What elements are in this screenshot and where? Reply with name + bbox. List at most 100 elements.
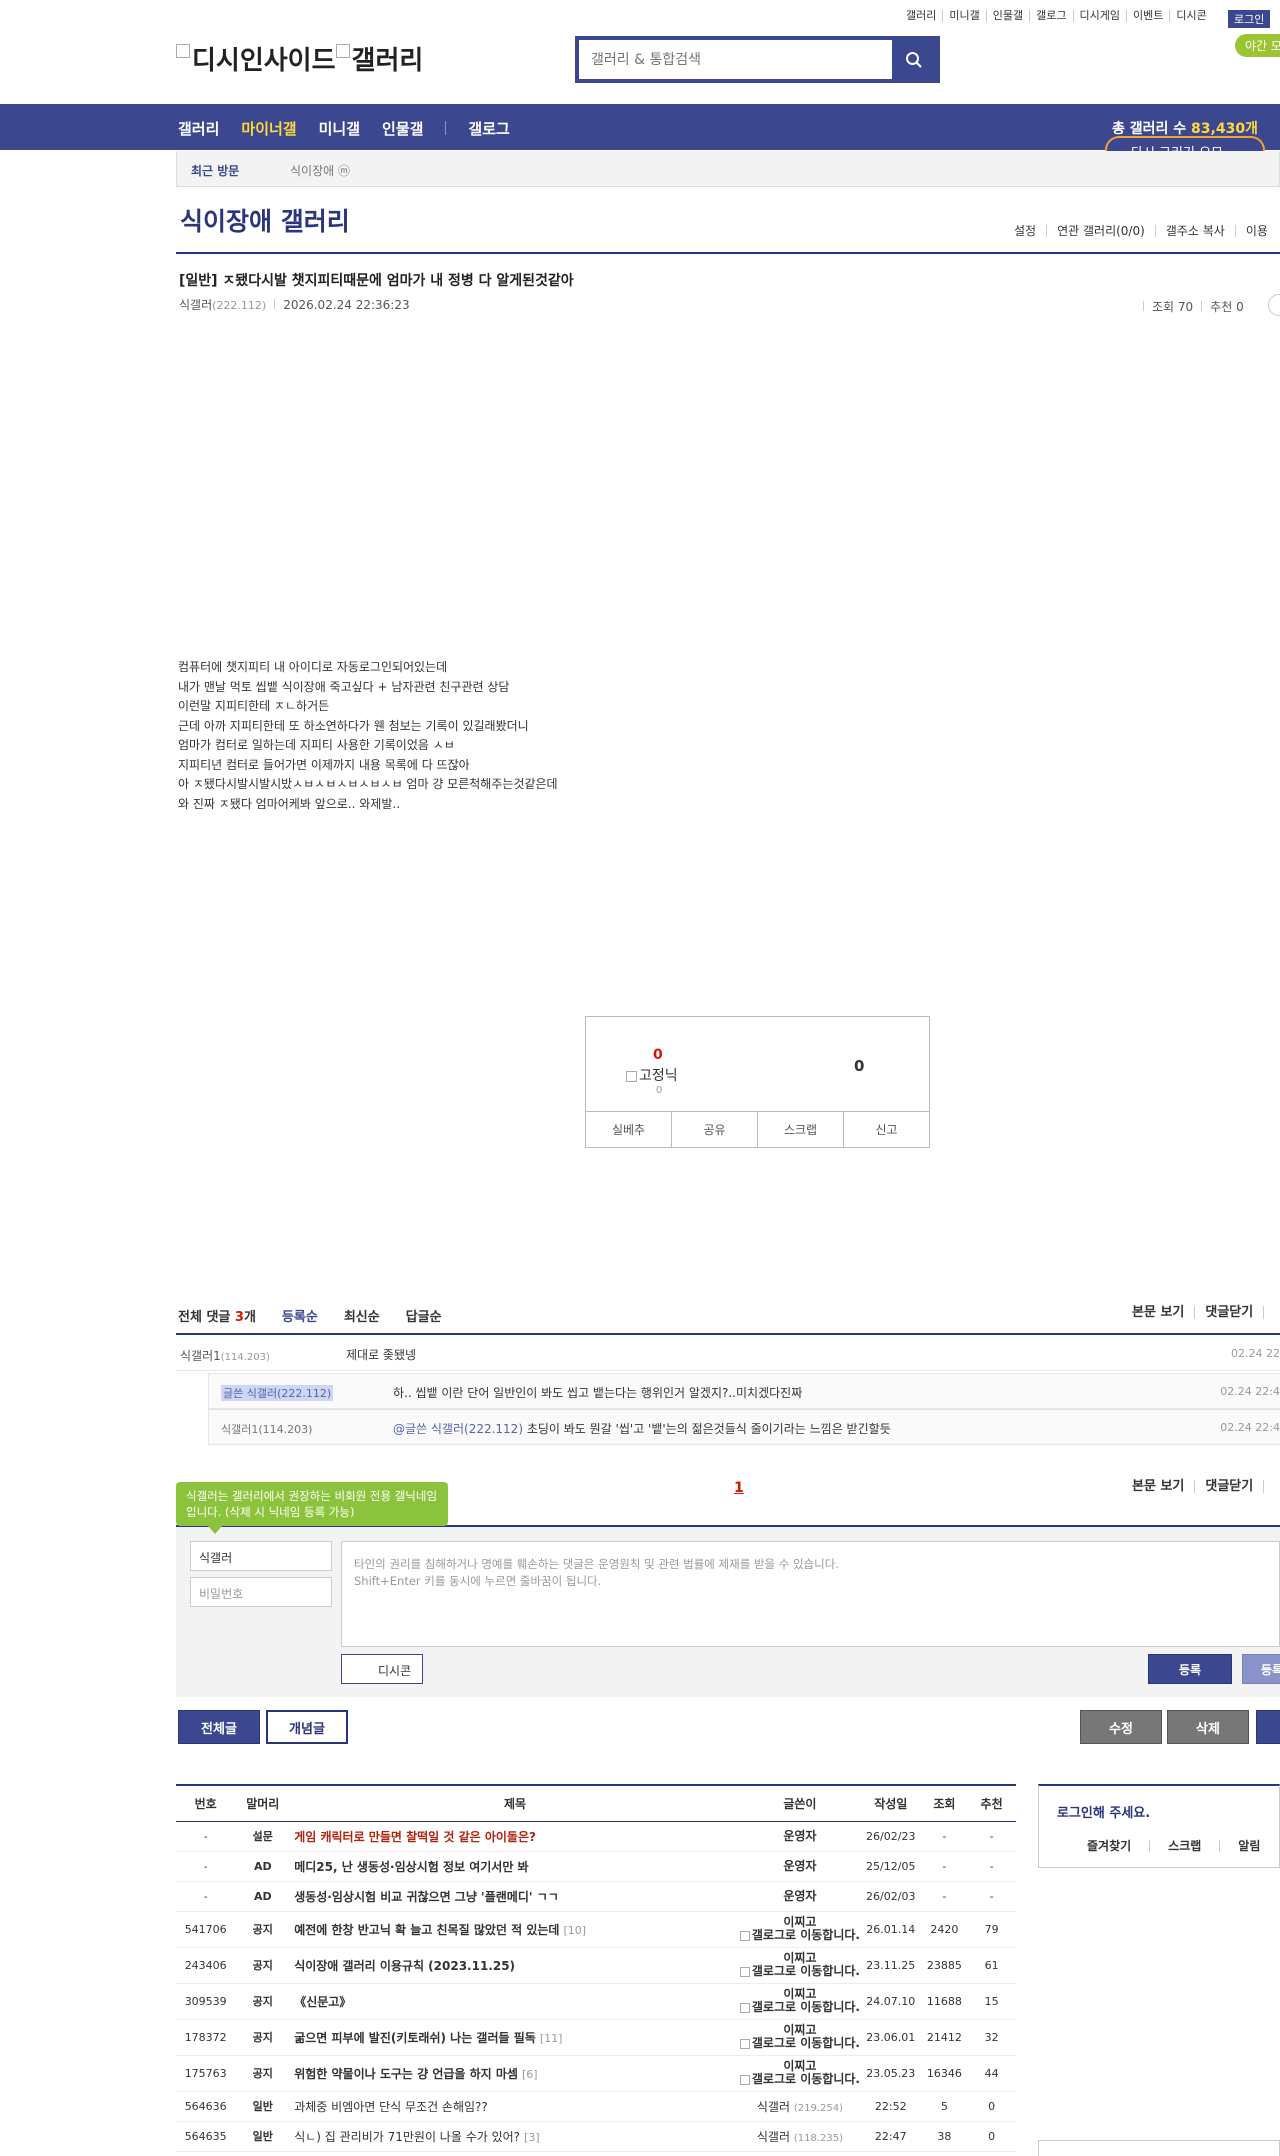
post-title-cell[interactable]: 위험한 약물이나 도구는 걍 언급을 하지 마셈 [6] <box>290 2055 740 2092</box>
share-button[interactable]: 공유 <box>671 1112 757 1147</box>
post-title-link[interactable]: 《신문고》 <box>294 1995 351 2009</box>
search-button[interactable] <box>892 40 936 79</box>
nav-gallery[interactable]: 갤러리 <box>178 118 219 139</box>
comment-submit-recommend-button[interactable]: 등록 <box>1242 1654 1280 1684</box>
gallery-title[interactable]: 식이장애 갤러리 <box>180 202 350 238</box>
gallog-link[interactable]: 갤로그로 이동합니다. <box>739 2001 860 2014</box>
post-title-link[interactable]: 과체중 비엠아면 단식 무조건 손해임?? <box>294 2100 488 2114</box>
reply-author[interactable]: 식갤러1(114.203) <box>221 1421 312 1437</box>
nav-gallog[interactable]: 갤로그 <box>468 118 509 139</box>
post-title-cell[interactable]: 게임 캐릭터로 만들면 찰떡일 것 같은 아이돌은? <box>290 1821 740 1852</box>
site-logo[interactable]: 디시인사이드 갤러리 <box>176 40 423 77</box>
write-button[interactable] <box>1256 1710 1280 1744</box>
comment-count[interactable]: [10] <box>563 1924 586 1937</box>
post-list-row[interactable]: 175763 공지 위험한 약물이나 도구는 걍 언급을 하지 마셈 [6] 이찌고 갤로… <box>176 2055 1016 2092</box>
concept-posts-button[interactable]: 개념글 <box>266 1710 348 1744</box>
search-input[interactable] <box>579 40 892 79</box>
util-mini-link[interactable]: 미니갤 <box>942 10 985 22</box>
util-dccon-link[interactable]: 디시콘 <box>1169 10 1212 22</box>
reply-mention[interactable]: @글쓴 식갤러(222.112) <box>393 1422 523 1436</box>
post-title-cell[interactable]: 《신문고》 <box>290 1983 740 2020</box>
comment-page-1[interactable]: 1 <box>734 1480 744 1496</box>
post-title-link[interactable]: 메디25, 난 생동성·임상시험 정보 여기서만 봐 <box>294 1860 528 1874</box>
post-writer[interactable]: 이찌고 갤로그로 이동합니다. <box>739 1911 860 1948</box>
post-writer[interactable]: 이찌고 갤로그로 이동합니다. <box>739 1947 860 1984</box>
comment-count[interactable]: [6] <box>522 2068 538 2081</box>
post-title-link[interactable]: 굶으면 피부에 발진(키토래쉬) 나는 갤러들 필독 <box>294 2031 536 2045</box>
view-body-button[interactable]: 본문 보기 <box>1122 1480 1194 1493</box>
post-list-row[interactable]: 564635 일반 식ㄴ) 집 관리비가 71만원이 나올 수가 있어? [3] 식갤러… <box>176 2121 1016 2152</box>
gallog-link[interactable]: 갤로그로 이동합니다. <box>739 2073 860 2086</box>
report-button[interactable]: 신고 <box>843 1112 929 1147</box>
post-title-cell[interactable]: 생동성·임상시험 비교 귀찮으면 그냥 '플랜메디' ㄱㄱ <box>290 1881 740 1912</box>
usage-link[interactable]: 이용 <box>1234 225 1278 237</box>
post-list-row[interactable]: 564636 일반 과체중 비엠아면 단식 무조건 손해임?? 식갤러 (219.25… <box>176 2091 1016 2122</box>
post-title-cell[interactable]: 메디25, 난 생동성·임상시험 정보 여기서만 봐 <box>290 1851 740 1882</box>
nav-mini-gallery[interactable]: 미니갤 <box>319 118 360 139</box>
night-mode-button[interactable]: 야간 모 <box>1235 34 1280 57</box>
post-title-link[interactable]: 예전에 한창 반고닉 확 늘고 친목질 많았던 적 있는데 <box>294 1923 559 1937</box>
post-title-cell[interactable]: 식이장애 갤러리 이용규칙 (2023.11.25) <box>290 1947 740 1984</box>
post-list-row[interactable]: - 설문 게임 캐릭터로 만들면 찰떡일 것 같은 아이돌은? 운영자 26/02/23… <box>176 1821 1016 1852</box>
close-comments-button[interactable]: 댓글닫기 <box>1194 1480 1263 1493</box>
post-author[interactable]: 식갤러 <box>179 298 212 312</box>
view-body-button[interactable]: 본문 보기 <box>1122 1306 1194 1319</box>
gallog-link[interactable]: 갤로그로 이동합니다. <box>739 1965 860 1978</box>
notification-link[interactable]: 알림 <box>1219 1840 1278 1852</box>
post-title-link[interactable]: 게임 캐릭터로 만들면 찰떡일 것 같은 아이돌은? <box>294 1830 536 1844</box>
delete-button[interactable]: 삭제 <box>1167 1710 1249 1744</box>
nav-person-gallery[interactable]: 인물갤 <box>382 118 423 139</box>
password-field[interactable]: 비밀번호 <box>190 1577 332 1607</box>
post-writer[interactable]: 운영자 <box>739 1821 860 1852</box>
post-title-cell[interactable]: 굶으면 피부에 발진(키토래쉬) 나는 갤러들 필독 [11] <box>290 2019 740 2056</box>
post-title-link[interactable]: 식이장애 갤러리 이용규칙 (2023.11.25) <box>294 1959 515 1973</box>
post-writer[interactable]: 이찌고 갤로그로 이동합니다. <box>739 2055 860 2092</box>
post-title-cell[interactable]: 과체중 비엠아면 단식 무조건 손해임?? <box>290 2091 740 2122</box>
post-list-row[interactable]: 541706 공지 예전에 한창 반고닉 확 늘고 친목질 많았던 적 있는데 [10… <box>176 1911 1016 1948</box>
post-writer[interactable]: 운영자 <box>739 1881 860 1912</box>
post-title-link[interactable]: 위험한 약물이나 도구는 걍 언급을 하지 마셈 <box>294 2067 518 2081</box>
post-title-cell[interactable]: 예전에 한창 반고닉 확 늘고 친목질 많았던 적 있는데 [10] <box>290 1911 740 1948</box>
sort-replies[interactable]: 답글순 <box>406 1306 442 1325</box>
gallery-settings-link[interactable]: 설정 <box>1004 225 1046 237</box>
scrap-link[interactable]: 스크랩 <box>1149 1840 1219 1852</box>
post-title-link[interactable]: 식ㄴ) 집 관리비가 71만원이 나올 수가 있어? <box>294 2130 520 2144</box>
post-writer[interactable]: 이찌고 갤로그로 이동합니다. <box>739 2019 860 2056</box>
post-writer[interactable]: 식갤러 (118.235) <box>739 2121 860 2152</box>
sort-latest[interactable]: 최신순 <box>344 1306 380 1325</box>
util-gallery-link[interactable]: 갤러리 <box>900 10 942 22</box>
scrap-button[interactable]: 스크랩 <box>757 1112 843 1147</box>
upvote-button[interactable]: 고정닉 <box>626 1065 678 1085</box>
related-gallery-link[interactable]: 연관 갤러리(0/0) <box>1046 225 1155 237</box>
post-title-cell[interactable]: 식ㄴ) 집 관리비가 71만원이 나올 수가 있어? [3] <box>290 2121 740 2152</box>
post-list-row[interactable]: - AD 생동성·임상시험 비교 귀찮으면 그냥 '플랜메디' ㄱㄱ 운영자 26/02… <box>176 1881 1016 1912</box>
gallog-link[interactable]: 갤로그로 이동합니다. <box>739 1929 860 1942</box>
nav-minor-gallery[interactable]: 마이너갤 <box>241 118 296 139</box>
all-posts-button[interactable]: 전체글 <box>178 1710 260 1744</box>
post-title-link[interactable]: 생동성·임상시험 비교 귀찮으면 그냥 '플랜메디' ㄱㄱ <box>294 1890 559 1904</box>
dccon-button[interactable]: 디시콘 <box>341 1654 423 1684</box>
favorites-link[interactable]: 즐겨찾기 <box>1087 1840 1149 1852</box>
comment-count[interactable]: [3] <box>524 2131 540 2144</box>
util-person-link[interactable]: 인물갤 <box>985 10 1029 22</box>
post-list-row[interactable]: 178372 공지 굶으면 피부에 발진(키토래쉬) 나는 갤러들 필독 [11] 이찌… <box>176 2019 1016 2056</box>
gallog-link[interactable]: 갤로그로 이동합니다. <box>739 2037 860 2050</box>
post-writer[interactable]: 식갤러 (219.254) <box>739 2091 860 2122</box>
util-event-link[interactable]: 이벤트 <box>1125 10 1169 22</box>
close-comments-button[interactable]: 댓글닫기 <box>1194 1306 1263 1319</box>
util-gallog-link[interactable]: 갤로그 <box>1029 10 1072 22</box>
comment-submit-button[interactable]: 등록 <box>1148 1654 1232 1684</box>
comment-count[interactable]: [11] <box>540 2032 563 2045</box>
login-button[interactable]: 로그인 <box>1228 10 1271 28</box>
comment-textarea[interactable]: 타인의 권리를 침해하거나 명예를 훼손하는 댓글은 운영원칙 및 관련 법률에… <box>341 1541 1280 1647</box>
edit-button[interactable]: 수정 <box>1080 1710 1162 1744</box>
recent-gallery-link[interactable]: 식이장애 ⓜ <box>290 162 350 179</box>
recent-visits-label[interactable]: 최근 방문 <box>191 162 239 179</box>
comment-author[interactable]: 식갤러1(114.203) <box>180 1347 270 1364</box>
login-prompt[interactable]: 로그인해 주세요. <box>1057 1802 1150 1821</box>
post-list-row[interactable]: 309539 공지 《신문고》 이찌고 갤로그로 이동합니다. 24.07.10 11688… <box>176 1983 1016 2020</box>
sort-registered[interactable]: 등록순 <box>282 1306 318 1325</box>
nickname-field[interactable]: 식갤러 <box>190 1541 332 1571</box>
post-more-icon[interactable] <box>1268 294 1280 316</box>
best-recommend-button[interactable]: 실베추 <box>586 1112 671 1147</box>
